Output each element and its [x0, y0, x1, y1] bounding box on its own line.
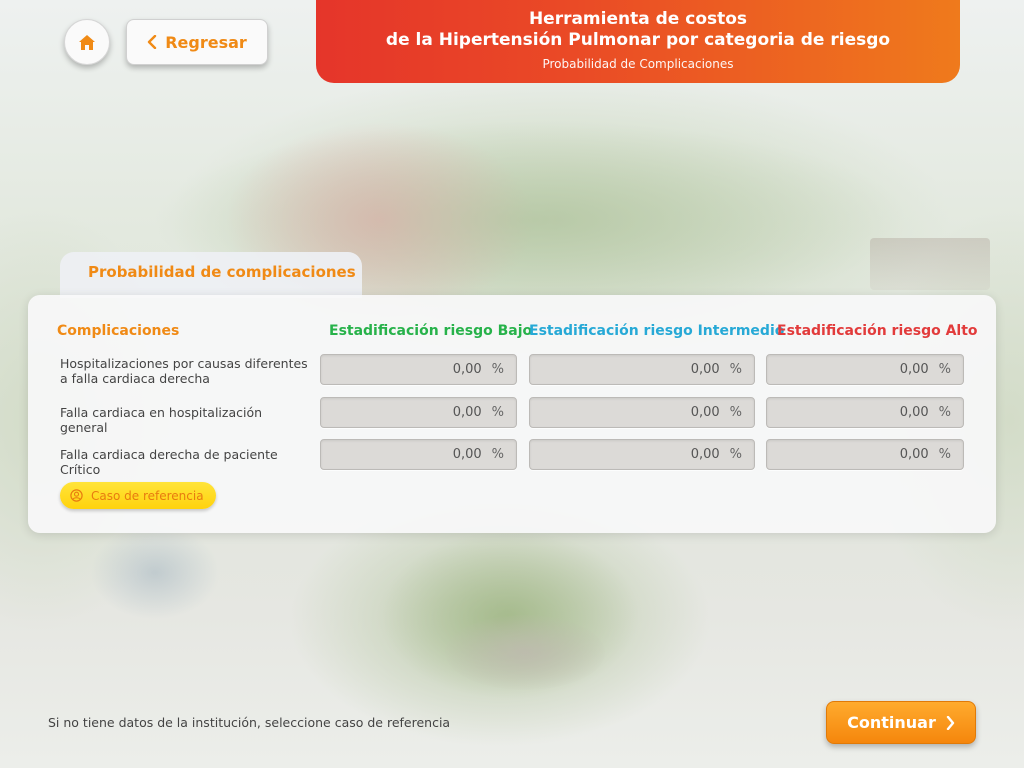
continue-label: Continuar — [847, 713, 936, 732]
percent-icon: % — [729, 447, 742, 462]
home-button[interactable] — [64, 19, 110, 65]
column-header-high: Estadificación riesgo Alto — [777, 323, 978, 339]
header-title-line2: de la Hipertensión Pulmonar por categori… — [385, 30, 891, 50]
percent-icon: % — [938, 405, 951, 420]
field-value: 0,00 — [899, 447, 929, 462]
percent-icon: % — [491, 405, 504, 420]
row-label-falla-critico: Falla cardiaca derecha de paciente Críti… — [60, 447, 278, 477]
percent-icon: % — [729, 405, 742, 420]
percent-icon: % — [491, 447, 504, 462]
percent-icon: % — [938, 447, 951, 462]
background-rock — [445, 615, 605, 690]
back-button[interactable]: Regresar — [126, 19, 268, 65]
field-value: 0,00 — [690, 447, 720, 462]
field-hospitalizaciones-high[interactable]: 0,00 % — [766, 354, 964, 385]
home-icon — [79, 34, 95, 50]
continue-button[interactable]: Continuar — [826, 701, 976, 744]
reference-case-button[interactable]: Caso de referencia — [60, 482, 216, 509]
field-value: 0,00 — [899, 405, 929, 420]
back-label: Regresar — [165, 32, 247, 52]
column-header-complicaciones: Complicaciones — [57, 323, 180, 339]
chevron-right-icon — [946, 715, 955, 730]
footer-note: Si no tiene datos de la institución, sel… — [48, 715, 451, 730]
column-header-intermediate: Estadificación riesgo Intermedio — [529, 323, 785, 339]
field-value: 0,00 — [452, 405, 482, 420]
chevron-left-icon — [148, 35, 157, 49]
row-label-falla-general: Falla cardiaca en hospitalización genera… — [60, 405, 263, 435]
field-value: 0,00 — [690, 405, 720, 420]
field-value: 0,00 — [452, 362, 482, 377]
field-falla-general-high[interactable]: 0,00 % — [766, 397, 964, 428]
tab-label: Probabilidad de complicaciones — [88, 263, 356, 281]
user-circle-icon — [70, 489, 83, 502]
row-label-hospitalizaciones: Hospitalizaciones por causas diferentes … — [60, 356, 308, 386]
field-value: 0,00 — [899, 362, 929, 377]
field-falla-general-intermediate[interactable]: 0,00 % — [529, 397, 755, 428]
percent-icon: % — [491, 362, 504, 377]
percent-icon: % — [729, 362, 742, 377]
field-falla-critico-intermediate[interactable]: 0,00 % — [529, 439, 755, 470]
field-hospitalizaciones-intermediate[interactable]: 0,00 % — [529, 354, 755, 385]
background-bush — [380, 530, 640, 700]
header-title-line1: Herramienta de costos — [528, 9, 748, 29]
field-falla-general-low[interactable]: 0,00 % — [320, 397, 517, 428]
field-value: 0,00 — [690, 362, 720, 377]
background-people — [90, 525, 220, 620]
background-house — [870, 238, 990, 290]
tab-probabilidad-complicaciones[interactable]: Probabilidad de complicaciones — [60, 252, 362, 298]
column-header-low: Estadificación riesgo Bajo — [329, 323, 533, 339]
field-falla-critico-high[interactable]: 0,00 % — [766, 439, 964, 470]
field-hospitalizaciones-low[interactable]: 0,00 % — [320, 354, 517, 385]
page-header: Herramienta de costos de la Hipertensión… — [316, 0, 960, 83]
field-value: 0,00 — [452, 447, 482, 462]
reference-case-label: Caso de referencia — [91, 488, 204, 503]
percent-icon: % — [938, 362, 951, 377]
header-subtitle: Probabilidad de Complicaciones — [542, 57, 734, 71]
field-falla-critico-low[interactable]: 0,00 % — [320, 439, 517, 470]
